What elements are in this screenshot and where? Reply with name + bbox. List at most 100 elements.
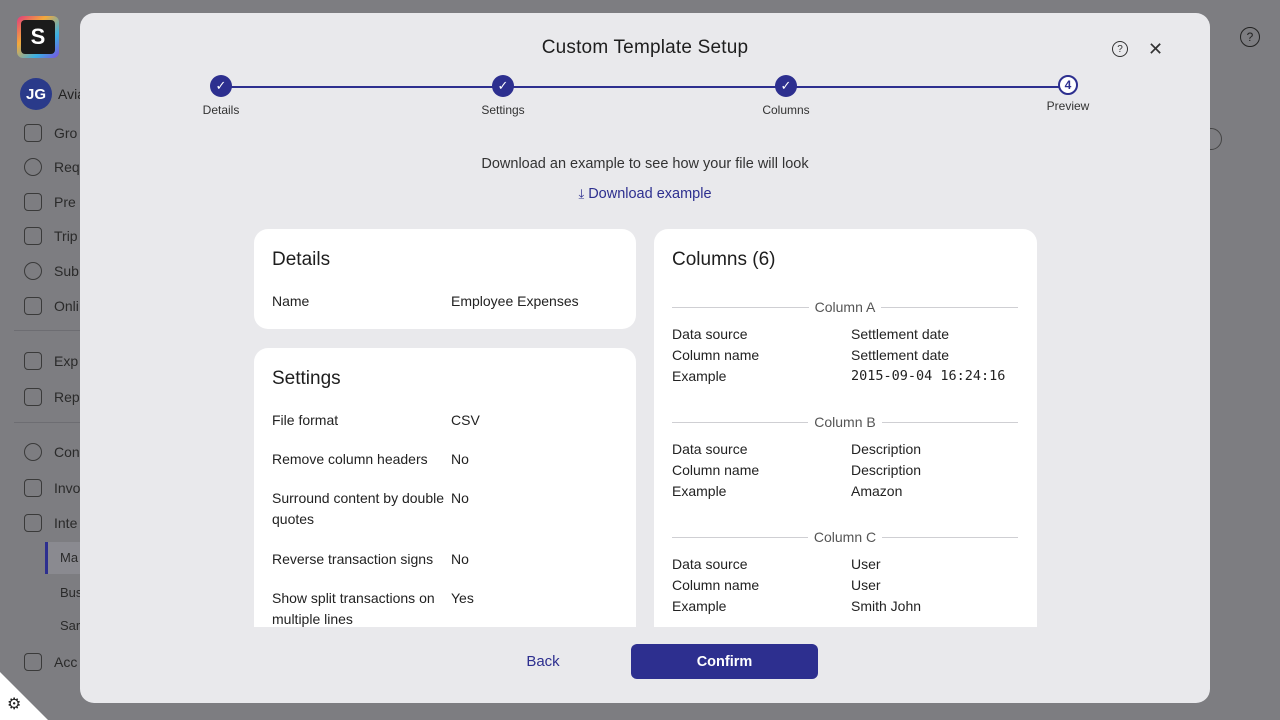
megaphone-icon	[24, 297, 42, 315]
column-value: Smith John	[851, 598, 922, 614]
detail-value: Employee Expenses	[451, 293, 579, 309]
logo-letter: S	[21, 20, 55, 54]
step-label: Columns	[762, 103, 810, 117]
report-icon	[24, 388, 42, 406]
step-label: Settings	[481, 103, 525, 117]
download-label: Download example	[588, 186, 712, 202]
sidebar-item-online[interactable]: Onli	[24, 297, 79, 315]
column-heading: Column B	[808, 412, 882, 432]
sidebar-subitem-sar[interactable]: Sar	[60, 618, 80, 633]
sidebar-item-config[interactable]: Con	[24, 443, 80, 461]
modal-title: Custom Template Setup	[541, 37, 749, 58]
column-key: Example	[672, 598, 727, 614]
column-key: Column name	[672, 462, 760, 478]
column-key: Column name	[672, 347, 760, 363]
column-key: Example	[672, 483, 727, 499]
check-icon: ✓	[210, 75, 232, 97]
step-number: 4	[1058, 75, 1078, 95]
column-separator: Column C	[672, 527, 1018, 547]
setting-key: Remove column headers	[272, 451, 428, 467]
clock-icon	[24, 262, 42, 280]
app-logo[interactable]: S	[17, 16, 59, 58]
intro-text: Download an example to see how your file…	[481, 156, 809, 172]
setting-value: No	[451, 451, 469, 467]
step-label: Preview	[1046, 99, 1090, 113]
sidebar-subitem-ma[interactable]: Ma	[60, 550, 78, 565]
back-button[interactable]: Back	[510, 653, 576, 670]
setting-value: No	[451, 490, 469, 506]
stepper: ✓ Details ✓ Settings ✓ Columns 4 Preview	[80, 75, 1210, 125]
stepper-line	[221, 86, 1068, 88]
setting-value: CSV	[451, 412, 480, 428]
sidebar-divider	[14, 330, 80, 331]
chat-plus-icon	[24, 158, 42, 176]
sidebar-item-requests[interactable]: Req	[24, 158, 80, 176]
column-separator: Column A	[672, 297, 1018, 317]
sidebar-item-invoices[interactable]: Invo	[24, 479, 80, 497]
download-icon: ⤓	[578, 186, 585, 201]
column-separator: Column B	[672, 412, 1018, 432]
details-card: Details Name Employee Expenses	[254, 229, 636, 329]
sidebar-item-accounts[interactable]: Acc	[24, 653, 77, 671]
columns-card: Columns (6) Column A Data source Settleme…	[654, 229, 1037, 627]
gear-icon[interactable]: ⚙	[7, 694, 21, 714]
plug-icon	[24, 514, 42, 532]
column-key: Column name	[672, 577, 760, 593]
user-menu[interactable]: JG Avia	[20, 78, 85, 110]
check-icon: ✓	[492, 75, 514, 97]
invoice-icon	[24, 479, 42, 497]
column-key: Data source	[672, 441, 748, 457]
column-key: Data source	[672, 326, 748, 342]
close-icon[interactable]: ✕	[1148, 38, 1163, 60]
column-value: Settlement date	[851, 347, 950, 363]
sidebar-item-reports[interactable]: Rep	[24, 388, 80, 406]
column-value: Amazon	[851, 483, 903, 499]
help-icon[interactable]: ?	[1240, 27, 1260, 47]
sidebar-item-integrations[interactable]: Inte	[24, 514, 77, 532]
card-title: Settings	[272, 368, 341, 389]
camera-plus-icon	[24, 193, 42, 211]
column-value: Description	[851, 462, 922, 478]
confirm-button[interactable]: Confirm	[631, 644, 818, 679]
setting-key: Surround content by double quotes	[272, 490, 445, 527]
avatar: JG	[20, 78, 52, 110]
settings-card: Settings File format CSV Remove column h…	[254, 348, 636, 627]
setting-key: File format	[272, 412, 339, 428]
sidebar-item-trips[interactable]: Trip	[24, 227, 78, 245]
setting-value: No	[451, 551, 469, 567]
column-heading: Column A	[808, 297, 882, 317]
column-key: Example	[672, 368, 727, 384]
card-title: Details	[272, 249, 331, 270]
plane-icon	[24, 227, 42, 245]
column-value: User	[851, 577, 881, 593]
step-settings[interactable]: ✓ Settings	[443, 75, 563, 117]
card-title: Columns (6)	[672, 249, 776, 270]
column-heading: Column C	[807, 527, 883, 547]
sidebar-item-pre[interactable]: Pre	[24, 193, 76, 211]
group-icon	[24, 124, 42, 142]
check-icon: ✓	[775, 75, 797, 97]
sidebar-item-groups[interactable]: Gro	[24, 124, 77, 142]
setting-key: Reverse transaction signs	[272, 551, 434, 567]
stack-icon	[24, 352, 42, 370]
setting-value: Yes	[451, 590, 474, 606]
column-value: 2015-09-04 16:24:16	[851, 368, 1006, 384]
building-icon	[24, 653, 42, 671]
step-preview[interactable]: 4 Preview	[1008, 75, 1128, 113]
detail-key: Name	[272, 293, 310, 309]
sidebar-item-expenses[interactable]: Exp	[24, 352, 78, 370]
step-columns[interactable]: ✓ Columns	[726, 75, 846, 117]
column-value: User	[851, 556, 881, 572]
column-key: Data source	[672, 556, 748, 572]
custom-template-modal: Custom Template Setup ? ✕ ✓ Details ✓ Se…	[80, 13, 1210, 703]
gear-icon	[24, 443, 42, 461]
step-details[interactable]: ✓ Details	[161, 75, 281, 117]
step-label: Details	[202, 103, 240, 117]
download-example-link[interactable]: ⤓ Download example	[80, 186, 1210, 202]
setting-key: Show split transactions on multiple line…	[272, 590, 435, 627]
sidebar-divider	[14, 422, 80, 423]
column-value: Description	[851, 441, 922, 457]
column-value: Settlement date	[851, 326, 950, 342]
help-icon[interactable]: ?	[1112, 41, 1128, 57]
sidebar-item-subscriptions[interactable]: Sub	[24, 262, 79, 280]
